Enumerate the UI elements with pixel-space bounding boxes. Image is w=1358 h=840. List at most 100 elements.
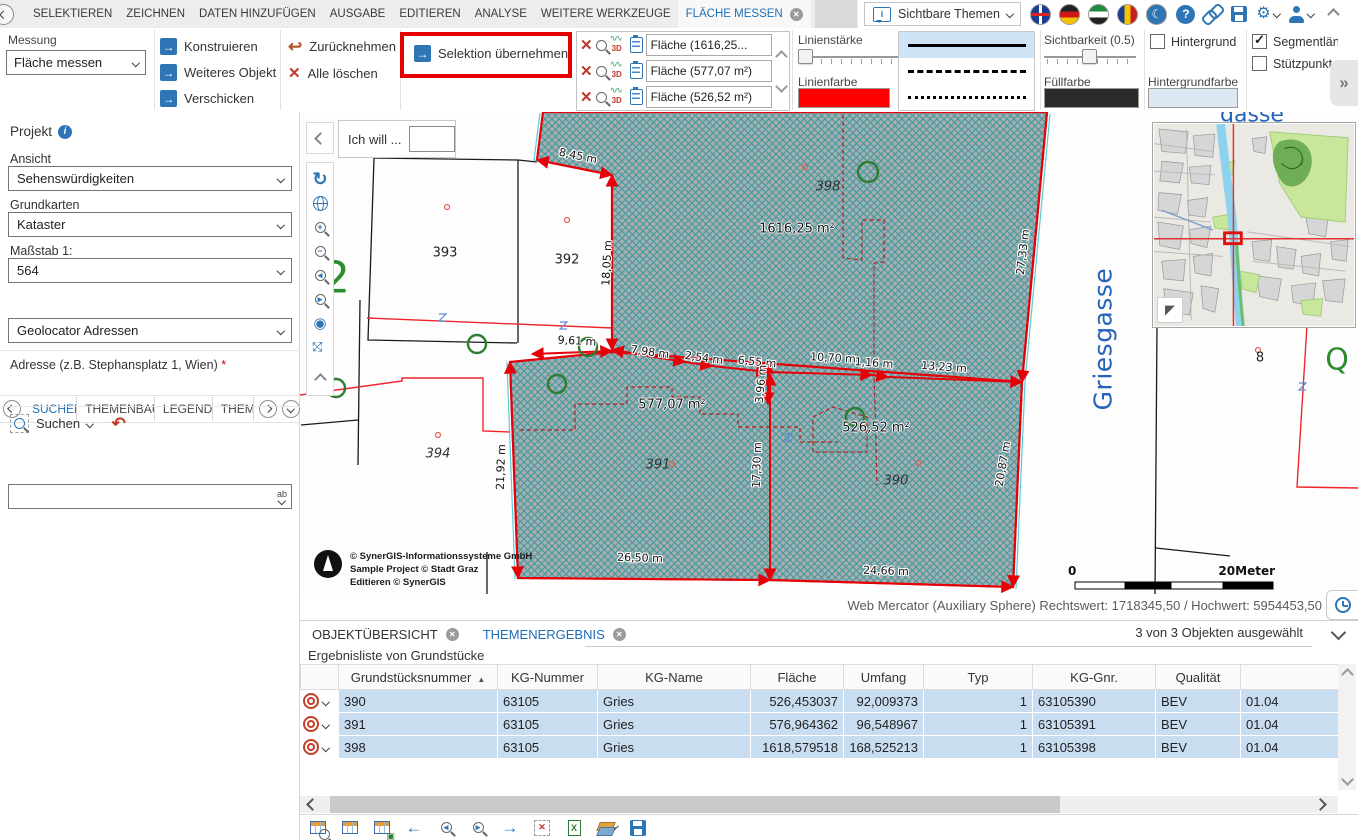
scroll-left-icon[interactable] [306,798,319,811]
row-menu-icon[interactable] [322,698,330,706]
copy-measure-icon[interactable] [630,89,643,105]
massstab-select[interactable]: 564 [8,258,292,283]
adresse-input[interactable]: ab [8,484,292,509]
scroll-up-icon[interactable] [1341,668,1354,681]
tab-objektuebersicht[interactable]: OBJEKTÜBERSICHT ✕ [300,621,471,647]
delete-measure-icon[interactable] [580,90,593,105]
map-viewport[interactable]: 8,45 m18,05 m9,61 m7,98 m2,54 m6,55 m10,… [300,112,1358,594]
menu-item-analyse[interactable]: ANALYSE [468,0,534,28]
flag-uk-icon[interactable] [1030,4,1051,25]
table-row[interactable]: 39863105Gries1618,579518168,525213163105… [301,736,1339,759]
sidebar-tab-them[interactable]: THEM [213,397,254,421]
zoom-to-measure-icon[interactable] [596,66,607,77]
alle-loeschen-button[interactable]: Alle löschen [288,66,378,81]
copy-measure-icon[interactable] [630,37,643,53]
table-vertical-scrollbar[interactable] [1338,664,1356,790]
save-icon[interactable] [1231,6,1247,22]
flag-ae-icon[interactable] [1088,4,1109,25]
measured-area-1616[interactable] [537,112,1047,382]
ich-will-input[interactable] [409,126,455,152]
column-header-extra[interactable] [1241,665,1339,690]
suchen-button[interactable]: Suchen [10,414,126,433]
measure-item-0[interactable]: Fläche (1616,25... [646,34,772,56]
table-row[interactable]: 39163105Gries576,96436296,54896716310539… [301,713,1339,736]
line-style-dotted[interactable] [899,84,1034,110]
collapse-ribbon-icon[interactable] [1327,8,1340,21]
linienfarbe-swatch[interactable] [798,88,890,108]
overview-map[interactable]: ◤ [1152,122,1356,328]
stuetzpunkte-checkbox[interactable]: Stützpunkte [1252,56,1338,71]
zoom-to-feature-icon[interactable] [303,716,319,732]
sort-ab-icon[interactable]: ab [277,490,287,504]
map-tool-zoom-prev[interactable]: ◂ [308,263,332,287]
menu-item-daten-hinzuf-gen[interactable]: DATEN HINZUFÜGEN [192,0,323,28]
close-icon[interactable]: ✕ [613,628,626,641]
close-icon[interactable]: ✕ [790,8,803,21]
fuellfarbe-swatch[interactable] [1044,88,1139,108]
tab-themenergebnis[interactable]: THEMENERGEBNIS ✕ [471,621,638,647]
menu-item-ausgabe[interactable]: AUSGABE [323,0,393,28]
measure-item-2[interactable]: Fläche (526,52 m²) [646,86,772,108]
table-button[interactable] [340,818,360,838]
visible-themes-dropdown[interactable]: i Sichtbare Themen [864,2,1021,26]
column-header-grundst-cksnummer[interactable]: Grundstücksnummer▲ [339,665,498,690]
table-search-button[interactable] [308,818,328,838]
arrow-left-button[interactable]: ← [404,818,424,838]
segmentlaengen-checkbox[interactable]: Segmentlängen [1252,34,1338,49]
line-style-dashed[interactable] [899,58,1034,84]
delete-measure-icon[interactable] [580,38,593,53]
menu-item-editieren[interactable]: EDITIEREN [392,0,467,28]
table-row[interactable]: 39063105Gries526,45303792,00937316310539… [301,690,1339,713]
column-header-fl-che[interactable]: Fläche [751,665,844,690]
hintergrund-checkbox[interactable]: Hintergrund [1150,34,1236,49]
map-tool-globe[interactable] [308,191,332,215]
column-header-qualit-t[interactable]: Qualität [1156,665,1241,690]
clear-selection-button[interactable]: ✕ [532,818,552,838]
zuruecknehmen-button[interactable]: Zurücknehmen [288,38,396,55]
sichtbarkeit-slider[interactable] [1044,48,1136,66]
user-button[interactable] [1288,6,1314,23]
map-tool-refresh[interactable] [308,167,332,191]
link-icon[interactable] [1204,5,1222,23]
ich-will-search[interactable]: Ich will ... [338,120,456,158]
menu-item-zeichnen[interactable]: ZEICHNEN [119,0,192,28]
zoom-to-feature-icon[interactable] [303,739,319,755]
geolocator-select[interactable]: Geolocator Adressen [8,318,292,343]
flag-ro-icon[interactable] [1117,4,1138,25]
info-icon[interactable]: i [58,125,72,139]
table-horizontal-scrollbar[interactable] [300,796,1338,813]
column-header-umfang[interactable]: Umfang [844,665,924,690]
sidebar-collapse-button[interactable] [306,122,334,154]
hintergrundfarbe-swatch[interactable] [1148,88,1238,108]
pin-panel-icon[interactable] [0,4,14,25]
expand-panel-button[interactable]: » [1330,60,1358,106]
delete-measure-icon[interactable] [580,64,593,79]
line-style-solid[interactable] [899,32,1034,58]
tabs-list-button[interactable] [282,400,300,418]
arrow-right-button[interactable]: → [500,818,520,838]
excel-export-button[interactable]: X [564,818,584,838]
verschicken-button[interactable]: Verschicken [160,90,254,107]
linienstaerke-slider[interactable] [798,48,910,66]
reset-search-icon[interactable] [112,415,126,432]
zoom-to-measure-icon[interactable] [596,40,607,51]
column-header-kg-gnr-[interactable]: KG-Gnr. [1033,665,1156,690]
measured-area-577-526[interactable] [510,352,1022,587]
column-header-kg-name[interactable]: KG-Name [598,665,751,690]
map-tool-locate[interactable] [308,311,332,335]
help-icon[interactable]: ? [1176,5,1195,24]
row-menu-icon[interactable] [322,721,330,729]
flag-de-icon[interactable] [1059,4,1080,25]
menu-item-selektieren[interactable]: SELEKTIEREN [26,0,119,28]
messung-select[interactable]: Fläche messen [6,50,146,75]
zoom-to-measure-icon[interactable] [596,92,607,103]
scroll-right-icon[interactable] [1314,798,1327,811]
close-icon[interactable]: ✕ [446,628,459,641]
profile-3d-icon[interactable] [610,37,627,53]
flag-crescent-icon[interactable]: ☾ [1146,4,1167,25]
map-tool-collapse[interactable] [308,367,332,391]
weiteres-objekt-button[interactable]: Weiteres Objekt [160,64,276,81]
overview-toggle-button[interactable]: ◤ [1157,297,1183,323]
scrollbar-thumb[interactable] [330,796,1060,813]
row-menu-icon[interactable] [322,744,330,752]
